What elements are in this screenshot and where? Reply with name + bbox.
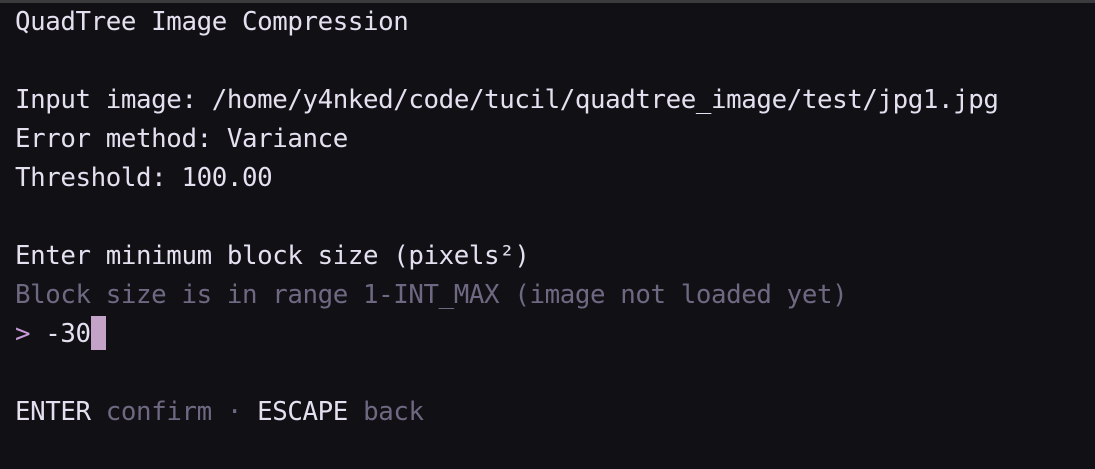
error-method-value: Variance [226,124,348,154]
prompt-question: Enter minimum block size (pixels²) [15,241,530,271]
error-method-line: Error method: Variance [15,120,999,159]
input-image-label: Input image: [15,85,212,115]
block-size-value[interactable]: -30 [45,319,91,349]
threshold-value: 100.00 [181,163,273,193]
prompt-marker-icon: > [15,319,31,349]
threshold-line: Threshold: 100.00 [15,159,999,198]
threshold-label: Threshold: [15,163,182,193]
terminal-content: QuadTree Image Compression Input image: … [15,3,999,432]
block-size-input[interactable]: > -30 [15,315,999,354]
enter-action: confirm [105,397,212,427]
help-bar: ENTER confirm · ESCAPE back [15,393,999,432]
text-cursor [90,315,106,350]
help-separator: · [226,397,243,427]
escape-key[interactable]: ESCAPE [257,397,348,427]
enter-key[interactable]: ENTER [15,397,91,427]
prompt-hint: Block size is in range 1-INT_MAX (image … [15,280,848,310]
app-title: QuadTree Image Compression [15,7,409,37]
error-method-label: Error method: [15,124,227,154]
escape-action: back [363,397,424,427]
input-image-line: Input image: /home/y4nked/code/tucil/qua… [15,81,999,120]
input-image-path: /home/y4nked/code/tucil/quadtree_image/t… [211,85,999,115]
